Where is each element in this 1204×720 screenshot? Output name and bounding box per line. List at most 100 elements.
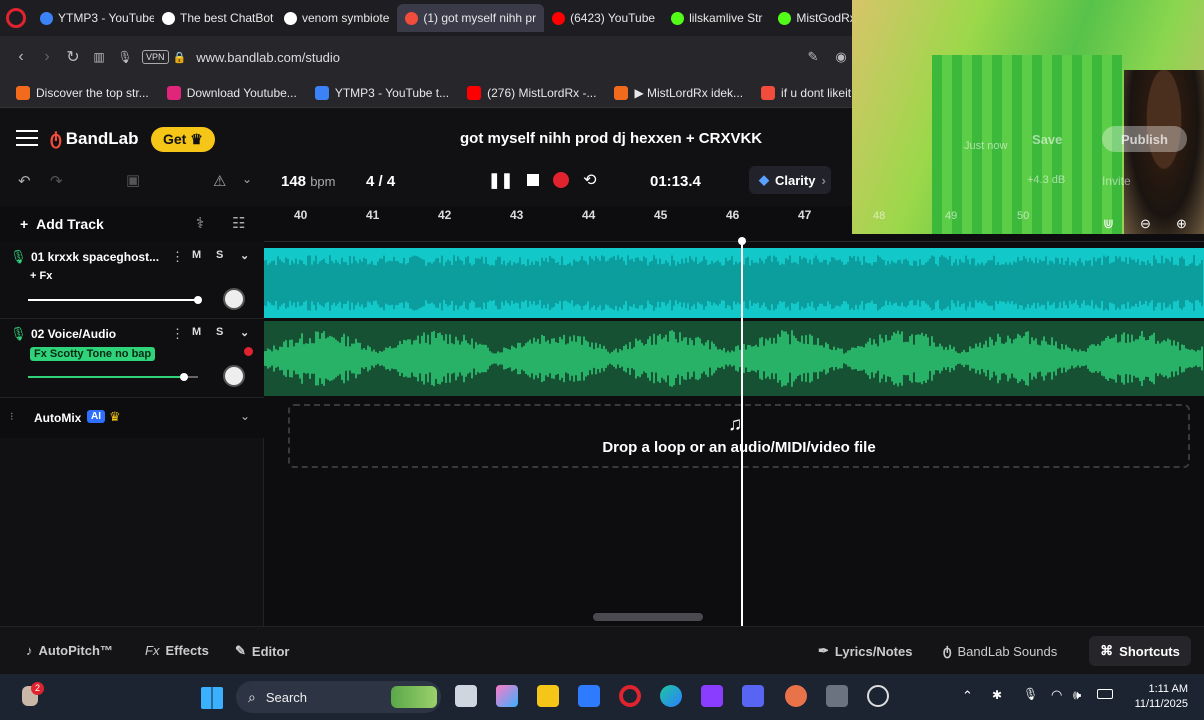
stop-icon[interactable] xyxy=(527,174,540,186)
metronome-icon[interactable]: ⚠ xyxy=(213,172,226,190)
track-menu-icon[interactable]: ⋮ xyxy=(171,326,184,342)
mixer-icon[interactable]: ☷ xyxy=(232,214,245,232)
browser-tab[interactable]: (1) got myself nihh pr xyxy=(397,4,545,32)
bandlab-sounds-button[interactable]: ტ BandLab Sounds xyxy=(943,643,1057,659)
browser-tab[interactable]: lilskamlive Str xyxy=(663,4,770,32)
record-icon[interactable] xyxy=(553,172,570,188)
playhead-handle[interactable] xyxy=(738,237,746,245)
waveform-clip-1[interactable] xyxy=(263,248,1204,318)
chevron-up-icon[interactable]: ⌃ xyxy=(962,688,973,704)
track-lane-1[interactable] xyxy=(263,248,1204,318)
track-header-1[interactable]: 🎙︎ 01 krxxk spaceghost... ⋮ M S ⌄ + Fx xyxy=(0,242,264,319)
edge-icon[interactable] xyxy=(660,685,682,707)
solo-button[interactable]: S xyxy=(216,326,223,338)
chevron-down-icon[interactable]: ⌄ xyxy=(240,326,249,339)
opera-icon[interactable] xyxy=(6,8,26,28)
url-field[interactable]: www.bandlab.com/studio xyxy=(196,50,340,65)
camera-app-icon[interactable] xyxy=(826,685,848,707)
tempo-display[interactable]: 148 bpm xyxy=(281,173,336,190)
effects-button[interactable]: Fx Effects xyxy=(145,643,209,658)
system-clock[interactable]: 1:11 AM 11/11/2025 xyxy=(1126,682,1188,712)
editor-button[interactable]: ✎ Editor xyxy=(235,643,289,659)
playhead[interactable] xyxy=(741,240,743,626)
taskbar-search[interactable]: ⌕ Search xyxy=(236,681,441,713)
redo-icon[interactable]: ↷ xyxy=(50,172,63,190)
browser-tab[interactable]: YTMP3 - YouTube xyxy=(32,4,154,32)
bookmark-item[interactable]: Discover the top str... xyxy=(8,85,157,100)
track-menu-icon[interactable]: ⋮ xyxy=(171,249,184,265)
volume-slider[interactable] xyxy=(28,373,198,381)
track-lane-2[interactable] xyxy=(263,321,1204,396)
track-name[interactable]: 01 krxxk spaceghost... xyxy=(31,250,159,264)
edit-icon[interactable]: ✎ xyxy=(800,44,826,70)
invite-button[interactable]: Invite xyxy=(1102,174,1131,188)
windows-start-icon[interactable] xyxy=(201,687,223,709)
app-icon[interactable] xyxy=(785,685,807,707)
chevron-down-icon[interactable]: ⌄ xyxy=(240,249,249,262)
fx-tag[interactable]: Fx Scotty Tone no bap xyxy=(30,347,156,361)
pan-knob[interactable] xyxy=(223,365,245,387)
browser-tab[interactable]: venom symbiote xyxy=(276,4,397,32)
mic-tray-icon[interactable]: 🎙︎ xyxy=(1023,687,1038,701)
clip-icon[interactable]: ▣ xyxy=(126,171,140,189)
track-name[interactable]: 02 Voice/Audio xyxy=(31,327,116,341)
lyrics-notes-button[interactable]: ✒ Lyrics/Notes xyxy=(818,643,912,659)
volume-icon[interactable]: 🕪 xyxy=(1073,687,1081,703)
bluetooth-icon[interactable]: ✱ xyxy=(992,688,1002,702)
waveform-clip-2[interactable] xyxy=(263,321,1204,396)
battery-icon[interactable] xyxy=(1097,689,1113,699)
bookmark-item[interactable]: YTMP3 - YouTube t... xyxy=(307,85,457,100)
pause-icon[interactable]: ❚❚ xyxy=(488,171,513,189)
task-view-icon[interactable] xyxy=(455,685,477,707)
bandlab-logo[interactable]: ტ BandLab xyxy=(50,128,139,149)
reload-icon[interactable]: ↻ xyxy=(60,44,86,70)
bookmark-item[interactable]: (276) MistLordRx -... xyxy=(459,85,604,100)
chevron-down-icon[interactable]: ⌄ xyxy=(240,409,250,423)
opera-taskbar-icon[interactable] xyxy=(619,685,641,707)
add-track-button[interactable]: + Add Track xyxy=(20,216,104,232)
browser-tab[interactable]: (6423) YouTube xyxy=(544,4,663,32)
file-explorer-icon[interactable] xyxy=(537,685,559,707)
mute-button[interactable]: M xyxy=(192,326,201,338)
wifi-icon[interactable]: ◠ xyxy=(1051,687,1062,703)
zoom-in-icon[interactable]: ⊕ xyxy=(1176,216,1187,232)
chevron-down-icon[interactable]: ⌄ xyxy=(242,172,252,186)
horizontal-scrollbar[interactable] xyxy=(593,613,703,621)
shortcuts-button[interactable]: ⌘ Shortcuts xyxy=(1089,636,1191,666)
pan-knob[interactable] xyxy=(223,288,245,310)
back-icon[interactable]: ‹ xyxy=(8,44,34,70)
bookmark-item[interactable]: Download Youtube... xyxy=(159,85,305,100)
mic-icon[interactable]: 🎙 xyxy=(112,44,138,70)
automix-row[interactable]: ⁝ AutoMix AI ♛ ⌄ xyxy=(0,398,264,438)
obs-icon[interactable] xyxy=(867,685,889,707)
clipchamp-icon[interactable] xyxy=(701,685,723,707)
volume-slider[interactable] xyxy=(28,296,202,304)
solo-button[interactable]: S xyxy=(216,249,223,261)
project-title[interactable]: got myself nihh prod dj hexxen + CRXVKK xyxy=(460,130,762,147)
vpn-badge[interactable]: VPN xyxy=(142,50,169,64)
magnet-icon[interactable]: ⋓ xyxy=(1103,216,1114,232)
record-arm-icon[interactable] xyxy=(244,347,253,356)
forward-icon[interactable]: › xyxy=(34,44,60,70)
browser-tab[interactable]: The best ChatBot xyxy=(154,4,276,32)
volume-thumb[interactable] xyxy=(180,373,189,381)
wand-icon[interactable]: ⚕ xyxy=(196,214,204,232)
mute-button[interactable]: M xyxy=(192,249,201,261)
save-button[interactable]: Save xyxy=(1032,132,1062,147)
copilot-icon[interactable] xyxy=(496,685,518,707)
volume-thumb[interactable] xyxy=(194,296,202,304)
loop-icon[interactable]: ⟲ xyxy=(583,170,596,190)
publish-button[interactable]: Publish xyxy=(1102,126,1187,152)
time-signature[interactable]: 4 / 4 xyxy=(366,173,395,190)
undo-icon[interactable]: ↶ xyxy=(18,172,31,190)
zoom-out-icon[interactable]: ⊖ xyxy=(1140,216,1151,232)
add-fx-button[interactable]: + Fx xyxy=(30,270,52,282)
reader-icon[interactable]: ▥ xyxy=(86,44,112,70)
mail-icon[interactable] xyxy=(578,685,600,707)
discord-icon[interactable] xyxy=(742,685,764,707)
bookmark-item[interactable]: ▶ MistLordRx idek... xyxy=(606,85,751,100)
clarity-button[interactable]: ◆ Clarity › xyxy=(749,166,831,194)
camera-icon[interactable]: ◉ xyxy=(828,44,854,70)
menu-icon[interactable] xyxy=(16,130,38,146)
get-membership-button[interactable]: Get ♛ xyxy=(151,127,215,152)
